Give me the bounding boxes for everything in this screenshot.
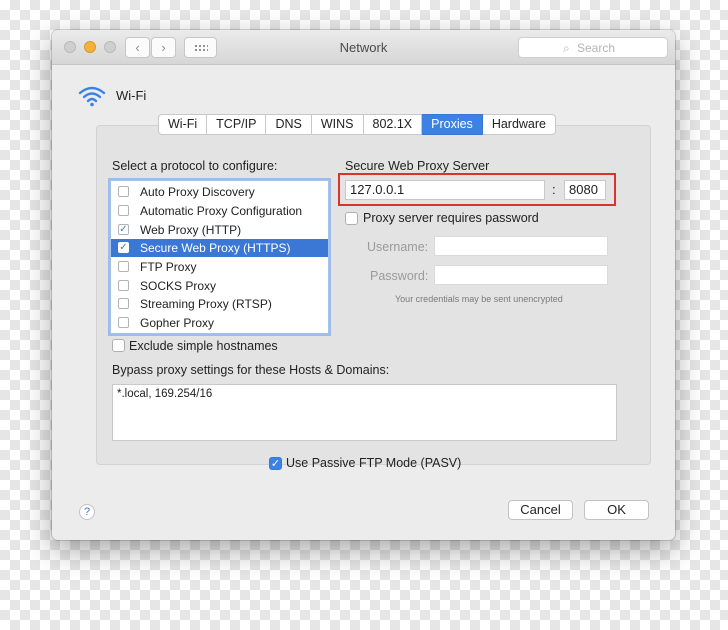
protocol-label: Automatic Proxy Configuration: [140, 204, 303, 218]
protocol-label: Web Proxy (HTTP): [140, 223, 242, 237]
checkmark-icon: ✓: [119, 224, 128, 235]
protocol-item-auto-discovery[interactable]: Auto Proxy Discovery: [111, 183, 328, 201]
protocol-checkbox[interactable]: [118, 261, 129, 272]
protocol-label: FTP Proxy: [140, 260, 197, 274]
tab-proxies[interactable]: Proxies: [422, 114, 483, 135]
protocol-item-socks[interactable]: SOCKS Proxy: [111, 277, 328, 295]
help-button[interactable]: ?: [79, 504, 95, 520]
protocol-item-ftp[interactable]: FTP Proxy: [111, 258, 328, 276]
passive-ftp-checkbox[interactable]: ✓: [269, 457, 282, 470]
search-placeholder: Search: [577, 41, 616, 55]
protocol-item-auto-config[interactable]: Automatic Proxy Configuration: [111, 202, 328, 220]
checkmark-icon: ✓: [119, 242, 128, 253]
protocol-label: Gopher Proxy: [140, 316, 215, 330]
protocol-label: Auto Proxy Discovery: [140, 185, 255, 199]
protocol-checkbox[interactable]: [118, 298, 129, 309]
password-label: Password:: [370, 269, 429, 283]
protocol-item-gopher[interactable]: Gopher Proxy: [111, 314, 328, 332]
protocol-checkbox[interactable]: ✓: [118, 242, 129, 253]
proxy-host-field[interactable]: 127.0.0.1: [345, 180, 545, 200]
tab-wifi[interactable]: Wi-Fi: [158, 114, 208, 135]
tab-8021x[interactable]: 802.1X: [363, 114, 423, 135]
bypass-label: Bypass proxy settings for these Hosts & …: [112, 363, 390, 377]
wifi-icon: [78, 86, 106, 107]
network-preferences-window: ‹ › Network ⌕ Search Wi-Fi Wi-Fi TCP/IP …: [52, 30, 675, 540]
credentials-note: Your credentials may be sent unencrypted: [395, 294, 563, 304]
proxy-port-field[interactable]: 8080: [564, 180, 606, 200]
protocol-checkbox[interactable]: [118, 280, 129, 291]
tab-dns[interactable]: DNS: [266, 114, 312, 135]
protocol-list[interactable]: Auto Proxy Discovery Automatic Proxy Con…: [110, 180, 329, 334]
proxy-server-heading: Secure Web Proxy Server: [345, 159, 490, 173]
title-bar: ‹ › Network ⌕ Search: [52, 30, 675, 65]
requires-password-checkbox[interactable]: [345, 212, 358, 225]
tab-hardware[interactable]: Hardware: [482, 114, 556, 135]
cancel-button[interactable]: Cancel: [508, 500, 573, 520]
protocol-item-http[interactable]: ✓ Web Proxy (HTTP): [111, 221, 328, 239]
search-input[interactable]: ⌕ Search: [518, 37, 668, 58]
protocol-checkbox[interactable]: [118, 317, 129, 328]
interface-name: Wi-Fi: [116, 88, 147, 103]
ok-button[interactable]: OK: [584, 500, 649, 520]
passive-ftp-label: Use Passive FTP Mode (PASV): [286, 456, 462, 470]
requires-password-label: Proxy server requires password: [363, 211, 539, 225]
username-label: Username:: [367, 240, 429, 254]
protocol-item-https[interactable]: ✓ Secure Web Proxy (HTTPS): [111, 239, 328, 257]
exclude-simple-hostnames-checkbox[interactable]: [112, 339, 125, 352]
checkmark-icon: ✓: [270, 458, 281, 470]
bypass-hosts-textarea[interactable]: *.local, 169.254/16: [112, 384, 617, 441]
password-field[interactable]: [434, 265, 608, 285]
protocol-item-rtsp[interactable]: Streaming Proxy (RTSP): [111, 295, 328, 313]
protocol-label: SOCKS Proxy: [140, 279, 217, 293]
tab-wins[interactable]: WINS: [311, 114, 364, 135]
protocol-label: Streaming Proxy (RTSP): [140, 297, 272, 311]
tab-tcpip[interactable]: TCP/IP: [207, 114, 267, 135]
protocol-checkbox[interactable]: ✓: [118, 224, 129, 235]
username-field[interactable]: [434, 236, 608, 256]
protocol-checkbox[interactable]: [118, 205, 129, 216]
exclude-simple-hostnames-label: Exclude simple hostnames: [129, 339, 278, 353]
protocol-list-heading: Select a protocol to configure:: [112, 159, 278, 173]
tab-bar: Wi-Fi TCP/IP DNS WINS 802.1X Proxies Har…: [158, 114, 556, 135]
protocol-label: Secure Web Proxy (HTTPS): [140, 241, 291, 255]
port-separator: :: [552, 182, 556, 197]
protocol-checkbox[interactable]: [118, 186, 129, 197]
search-icon: ⌕: [563, 41, 570, 55]
